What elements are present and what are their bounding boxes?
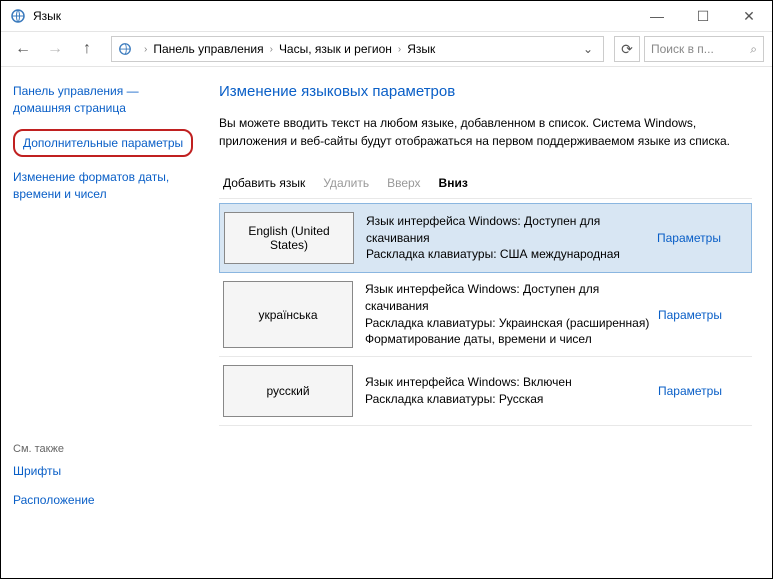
language-tile[interactable]: русский xyxy=(223,365,353,417)
crumb-clock-lang-region[interactable]: Часы, язык и регион xyxy=(279,42,392,56)
options-link[interactable]: Параметры xyxy=(658,384,722,398)
language-row[interactable]: українськаЯзык интерфейса Windows: Досту… xyxy=(219,273,752,357)
language-details: Язык интерфейса Windows: ВключенРаскладк… xyxy=(365,365,658,417)
sidebar-advanced-link[interactable]: Дополнительные параметры xyxy=(23,135,183,152)
globe-icon xyxy=(9,7,27,25)
sidebar-formats-link[interactable]: Изменение форматов даты, времени и чисел xyxy=(13,169,199,203)
language-tile[interactable]: English (United States) xyxy=(224,212,354,264)
options-link[interactable]: Параметры xyxy=(657,231,721,245)
sidebar-fonts-link[interactable]: Шрифты xyxy=(13,463,199,480)
page-heading: Изменение языковых параметров xyxy=(219,83,752,100)
page-description: Вы можете вводить текст на любом языке, … xyxy=(219,114,752,150)
body: Панель управления — домашняя страница До… xyxy=(1,67,772,578)
search-placeholder: Поиск в п... xyxy=(651,42,714,56)
sidebar-location-link[interactable]: Расположение xyxy=(13,492,199,509)
language-details: Язык интерфейса Windows: Доступен для ск… xyxy=(366,212,657,264)
back-button[interactable]: ← xyxy=(9,35,37,63)
breadcrumb[interactable]: › Панель управления › Часы, язык и регио… xyxy=(111,36,604,62)
globe-icon xyxy=(116,40,134,58)
main-content: Изменение языковых параметров Вы можете … xyxy=(211,67,772,578)
language-options: Параметры xyxy=(658,365,748,417)
maximize-button[interactable]: ☐ xyxy=(680,1,726,31)
forward-button[interactable]: → xyxy=(41,35,69,63)
titlebar: Язык — ☐ ✕ xyxy=(1,1,772,31)
language-tile[interactable]: українська xyxy=(223,281,353,348)
sidebar-home-link[interactable]: Панель управления — домашняя страница xyxy=(13,83,199,117)
chevron-right-icon: › xyxy=(394,44,405,55)
search-icon: ⌕ xyxy=(750,42,757,57)
move-up-button[interactable]: Вверх xyxy=(387,176,420,190)
crumb-control-panel[interactable]: Панель управления xyxy=(153,42,263,56)
chevron-down-icon[interactable]: ⌄ xyxy=(577,42,599,56)
move-down-button[interactable]: Вниз xyxy=(439,176,468,190)
up-button[interactable]: ↑ xyxy=(73,35,101,63)
language-options: Параметры xyxy=(657,212,747,264)
crumb-language[interactable]: Язык xyxy=(407,42,435,56)
language-list: English (United States)Язык интерфейса W… xyxy=(219,203,752,426)
navbar: ← → ↑ › Панель управления › Часы, язык и… xyxy=(1,31,772,67)
language-options: Параметры xyxy=(658,281,748,348)
language-row[interactable]: русскийЯзык интерфейса Windows: ВключенР… xyxy=(219,357,752,426)
chevron-right-icon: › xyxy=(266,44,277,55)
see-also-label: См. также xyxy=(13,443,199,455)
minimize-button[interactable]: — xyxy=(634,1,680,31)
options-link[interactable]: Параметры xyxy=(658,308,722,322)
sidebar: Панель управления — домашняя страница До… xyxy=(1,67,211,578)
chevron-right-icon: › xyxy=(140,44,151,55)
highlight-callout: Дополнительные параметры xyxy=(13,129,193,158)
language-row[interactable]: English (United States)Язык интерфейса W… xyxy=(219,203,752,273)
language-details: Язык интерфейса Windows: Доступен для ск… xyxy=(365,281,658,348)
window-title: Язык xyxy=(33,9,61,23)
language-toolbar: Добавить язык Удалить Вверх Вниз xyxy=(219,168,752,199)
window-controls: — ☐ ✕ xyxy=(634,1,772,31)
close-button[interactable]: ✕ xyxy=(726,1,772,31)
add-language-button[interactable]: Добавить язык xyxy=(223,176,305,190)
remove-button[interactable]: Удалить xyxy=(323,176,369,190)
search-input[interactable]: Поиск в п... ⌕ xyxy=(644,36,764,62)
refresh-button[interactable]: ⟳ xyxy=(614,36,640,62)
